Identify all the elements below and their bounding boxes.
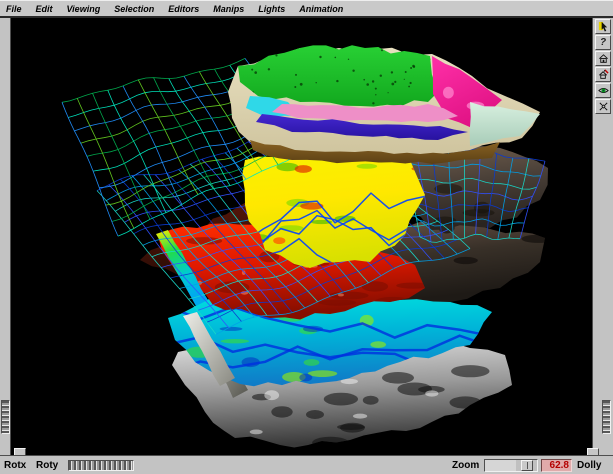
roty-label: Roty: [36, 460, 58, 471]
view-all-icon: [598, 85, 609, 96]
view-all-button[interactable]: [595, 83, 611, 98]
zoom-slider-handle[interactable]: [521, 460, 533, 471]
home-button[interactable]: [595, 51, 611, 66]
dolly-label: Dolly: [577, 460, 601, 471]
zoom-slider[interactable]: [484, 459, 538, 472]
pointer-icon: [598, 21, 609, 32]
zoom-value-field[interactable]: 62.8: [541, 459, 572, 472]
pointer-button[interactable]: [595, 19, 611, 34]
help-icon: ?: [600, 37, 606, 48]
zoom-label: Zoom: [452, 460, 479, 471]
menu-item-viewing[interactable]: Viewing: [67, 4, 101, 14]
menu-bar: File Edit Viewing Selection Editors Manips Lig…: [0, 0, 613, 18]
roty-thumbwheel[interactable]: [68, 460, 134, 471]
menu-item-selection[interactable]: Selection: [114, 4, 154, 14]
viewer-window: File Edit Viewing Selection Editors Manips Lig…: [0, 0, 613, 474]
bottom-bar: Rotx Roty Zoom 62.8 Dolly: [0, 455, 613, 474]
menu-item-lights[interactable]: Lights: [258, 4, 285, 14]
set-home-button[interactable]: [595, 67, 611, 82]
left-decoration-strip: [0, 18, 11, 455]
help-button[interactable]: ?: [595, 35, 611, 50]
home-icon: [598, 53, 609, 64]
set-home-icon: [598, 69, 609, 80]
scene-canvas[interactable]: [11, 18, 592, 455]
seek-icon: [598, 101, 609, 112]
menu-item-edit[interactable]: Edit: [36, 4, 53, 14]
menu-item-animation[interactable]: Animation: [299, 4, 343, 14]
menu-item-manips[interactable]: Manips: [213, 4, 244, 14]
menu-item-editors[interactable]: Editors: [168, 4, 199, 14]
rotx-thumbwheel[interactable]: [1, 400, 10, 434]
rotx-label: Rotx: [4, 460, 26, 471]
right-toolbar: ?: [595, 19, 611, 115]
render-viewport[interactable]: [11, 18, 592, 455]
seek-button[interactable]: [595, 99, 611, 114]
menu-item-file[interactable]: File: [6, 4, 22, 14]
dolly-thumbwheel[interactable]: [602, 400, 611, 434]
